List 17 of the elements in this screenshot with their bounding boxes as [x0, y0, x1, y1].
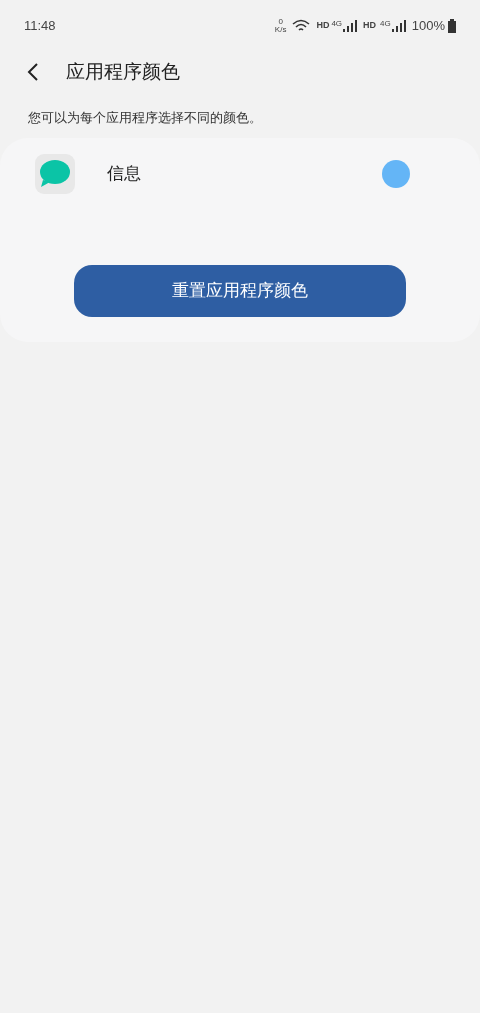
signal-icon [343, 20, 358, 32]
speed-unit: K/s [274, 26, 287, 34]
network-label: 4G [331, 18, 343, 30]
hd-label: HD [316, 19, 330, 33]
battery-icon [448, 19, 456, 33]
signal-icon [391, 20, 406, 32]
description: 您可以为每个应用程序选择不同的颜色。 [27, 109, 263, 127]
chat-bubble-icon [35, 153, 75, 194]
network-label: 4G [380, 18, 391, 30]
hd-label: HD [363, 19, 377, 33]
page-title: 应用程序颜色 [66, 59, 180, 84]
app-name: 信息 [107, 162, 141, 185]
battery-percent: 100% [411, 17, 445, 36]
reset-button[interactable]: 重置应用程序颜色 [74, 264, 406, 317]
clock: 11:48 [24, 17, 56, 36]
wifi-icon [292, 19, 311, 33]
speed-value: 0 [278, 18, 283, 26]
